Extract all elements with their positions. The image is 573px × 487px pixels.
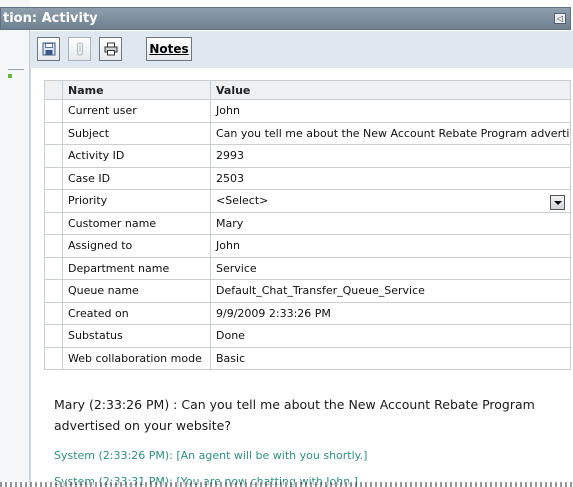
row-gutter — [44, 99, 63, 123]
priority-select-wrap: <Select> — [216, 194, 565, 211]
property-name: Queue name — [62, 279, 211, 303]
table-row: Current user John — [44, 99, 571, 123]
table-row: Priority <Select> — [44, 189, 571, 213]
property-name: Customer name — [62, 211, 211, 235]
row-gutter — [44, 234, 63, 258]
table-row: Subject Can you tell me about the New Ac… — [44, 121, 571, 145]
activity-window: tion: Activity ◁ Notes Name Value Curren… — [0, 0, 573, 487]
row-gutter — [44, 166, 63, 190]
property-value: 9/9/2009 2:33:26 PM — [210, 301, 571, 325]
notes-button[interactable]: Notes — [146, 37, 192, 61]
collapse-icon[interactable]: ◁ — [554, 13, 566, 24]
window-titlebar: tion: Activity ◁ — [0, 7, 571, 30]
print-icon — [104, 42, 118, 56]
header-gutter — [44, 80, 63, 100]
row-gutter — [44, 211, 63, 235]
property-value: Done — [210, 324, 571, 348]
content-border — [30, 68, 31, 487]
row-gutter — [44, 346, 63, 370]
chat-message-customer: Mary (2:33:26 PM) : Can you tell me abou… — [54, 397, 535, 433]
property-name: Activity ID — [62, 144, 211, 168]
left-panel-strip — [0, 0, 30, 487]
row-gutter — [44, 121, 63, 145]
property-name: Case ID — [62, 166, 211, 190]
property-name: Current user — [62, 99, 211, 123]
property-name: Substatus — [62, 324, 211, 348]
attach-icon — [76, 42, 84, 56]
clipped-content-edge — [0, 482, 573, 487]
table-row: Web collaboration mode Basic — [44, 346, 571, 370]
property-name: Priority — [62, 189, 211, 213]
toolbar: Notes — [30, 31, 573, 68]
left-panel-divider — [8, 69, 24, 70]
property-value: John — [210, 234, 571, 258]
property-value: Default_Chat_Transfer_Queue_Service — [210, 279, 571, 303]
property-value: Service — [210, 256, 571, 280]
property-value: Mary — [210, 211, 571, 235]
print-button[interactable] — [99, 37, 122, 61]
column-header-value[interactable]: Value — [210, 80, 571, 100]
table-row: Substatus Done — [44, 324, 571, 348]
save-button[interactable] — [37, 37, 60, 61]
property-name: Assigned to — [62, 234, 211, 258]
table-row: Customer name Mary — [44, 211, 571, 235]
column-header-name[interactable]: Name — [62, 80, 211, 100]
row-gutter — [44, 324, 63, 348]
property-value: John — [210, 99, 571, 123]
attach-button[interactable] — [68, 37, 91, 61]
priority-select[interactable]: <Select> — [210, 189, 571, 213]
property-value: Basic — [210, 346, 571, 370]
property-value: 2503 — [210, 166, 571, 190]
table-row: Activity ID 2993 — [44, 144, 571, 168]
property-value: 2993 — [210, 144, 571, 168]
property-value: Can you tell me about the New Account Re… — [210, 121, 571, 145]
row-gutter — [44, 256, 63, 280]
row-gutter — [44, 301, 63, 325]
property-name: Department name — [62, 256, 211, 280]
table-header-row: Name Value — [44, 80, 571, 100]
row-gutter — [44, 144, 63, 168]
priority-selected-value: <Select> — [216, 194, 269, 208]
row-gutter — [44, 279, 63, 303]
property-name: Created on — [62, 301, 211, 325]
activity-properties-table: Name Value Current user John Subject Can… — [44, 80, 571, 370]
property-name: Web collaboration mode — [62, 346, 211, 370]
save-icon — [42, 42, 56, 56]
table-row: Case ID 2503 — [44, 166, 571, 190]
left-panel-marker — [8, 74, 12, 78]
chevron-down-icon[interactable] — [550, 195, 565, 211]
property-name: Subject — [62, 121, 211, 145]
row-gutter — [44, 189, 63, 213]
table-row: Assigned to John — [44, 234, 571, 258]
chat-transcript: Mary (2:33:26 PM) : Can you tell me abou… — [54, 394, 554, 487]
chat-message-system: System (2:33:26 PM): [An agent will be w… — [54, 449, 368, 462]
table-row: Department name Service — [44, 256, 571, 280]
table-row: Queue name Default_Chat_Transfer_Queue_S… — [44, 279, 571, 303]
window-title: tion: Activity — [3, 11, 98, 26]
table-row: Created on 9/9/2009 2:33:26 PM — [44, 301, 571, 325]
